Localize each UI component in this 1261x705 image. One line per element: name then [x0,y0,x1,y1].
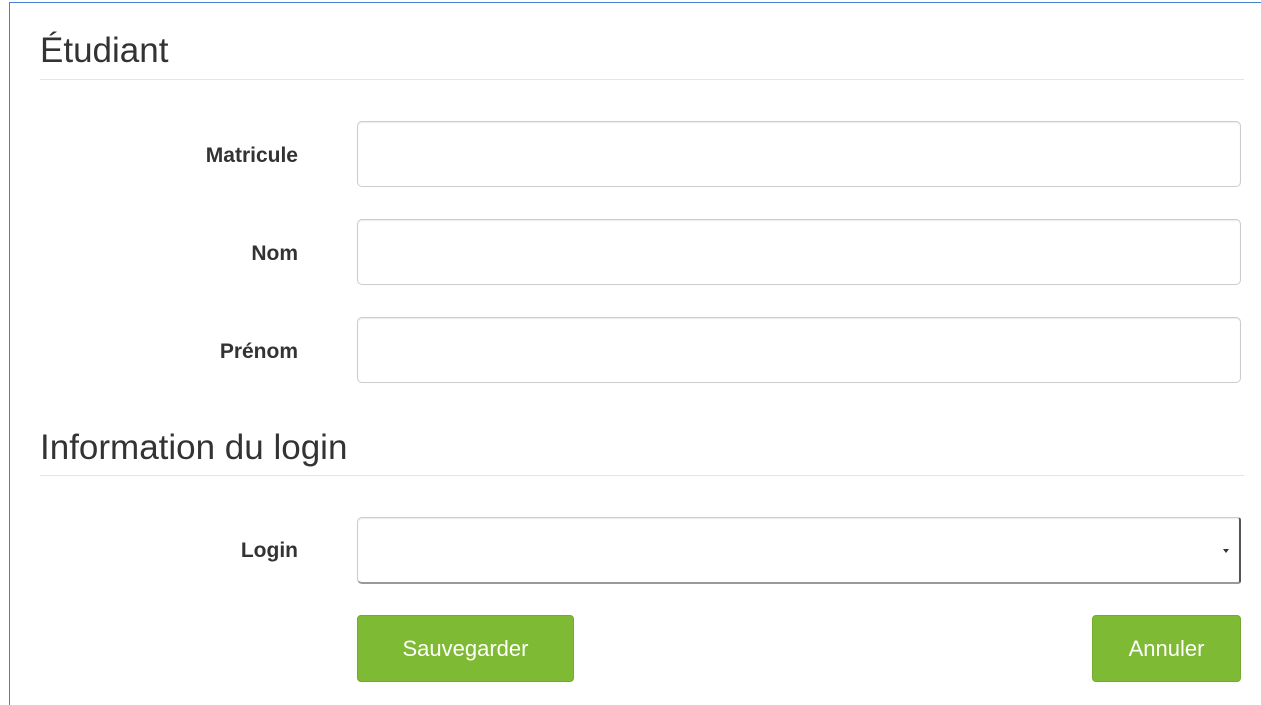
matricule-input[interactable] [357,121,1241,187]
prenom-label: Prénom [219,340,298,363]
login-select[interactable] [357,517,1241,584]
matricule-label: Matricule [205,144,298,167]
save-button[interactable]: Sauvegarder [357,615,574,682]
section-title-login: Information du login [40,428,348,467]
caret-down-icon[interactable] [1223,549,1229,553]
prenom-input[interactable] [357,317,1241,383]
nom-input[interactable] [357,219,1241,285]
section-divider-login [40,475,1244,476]
section-divider-student [40,79,1244,80]
cancel-button[interactable]: Annuler [1092,615,1241,682]
section-title-student: Étudiant [40,31,169,70]
nom-label: Nom [251,242,298,265]
login-label: Login [240,539,298,562]
